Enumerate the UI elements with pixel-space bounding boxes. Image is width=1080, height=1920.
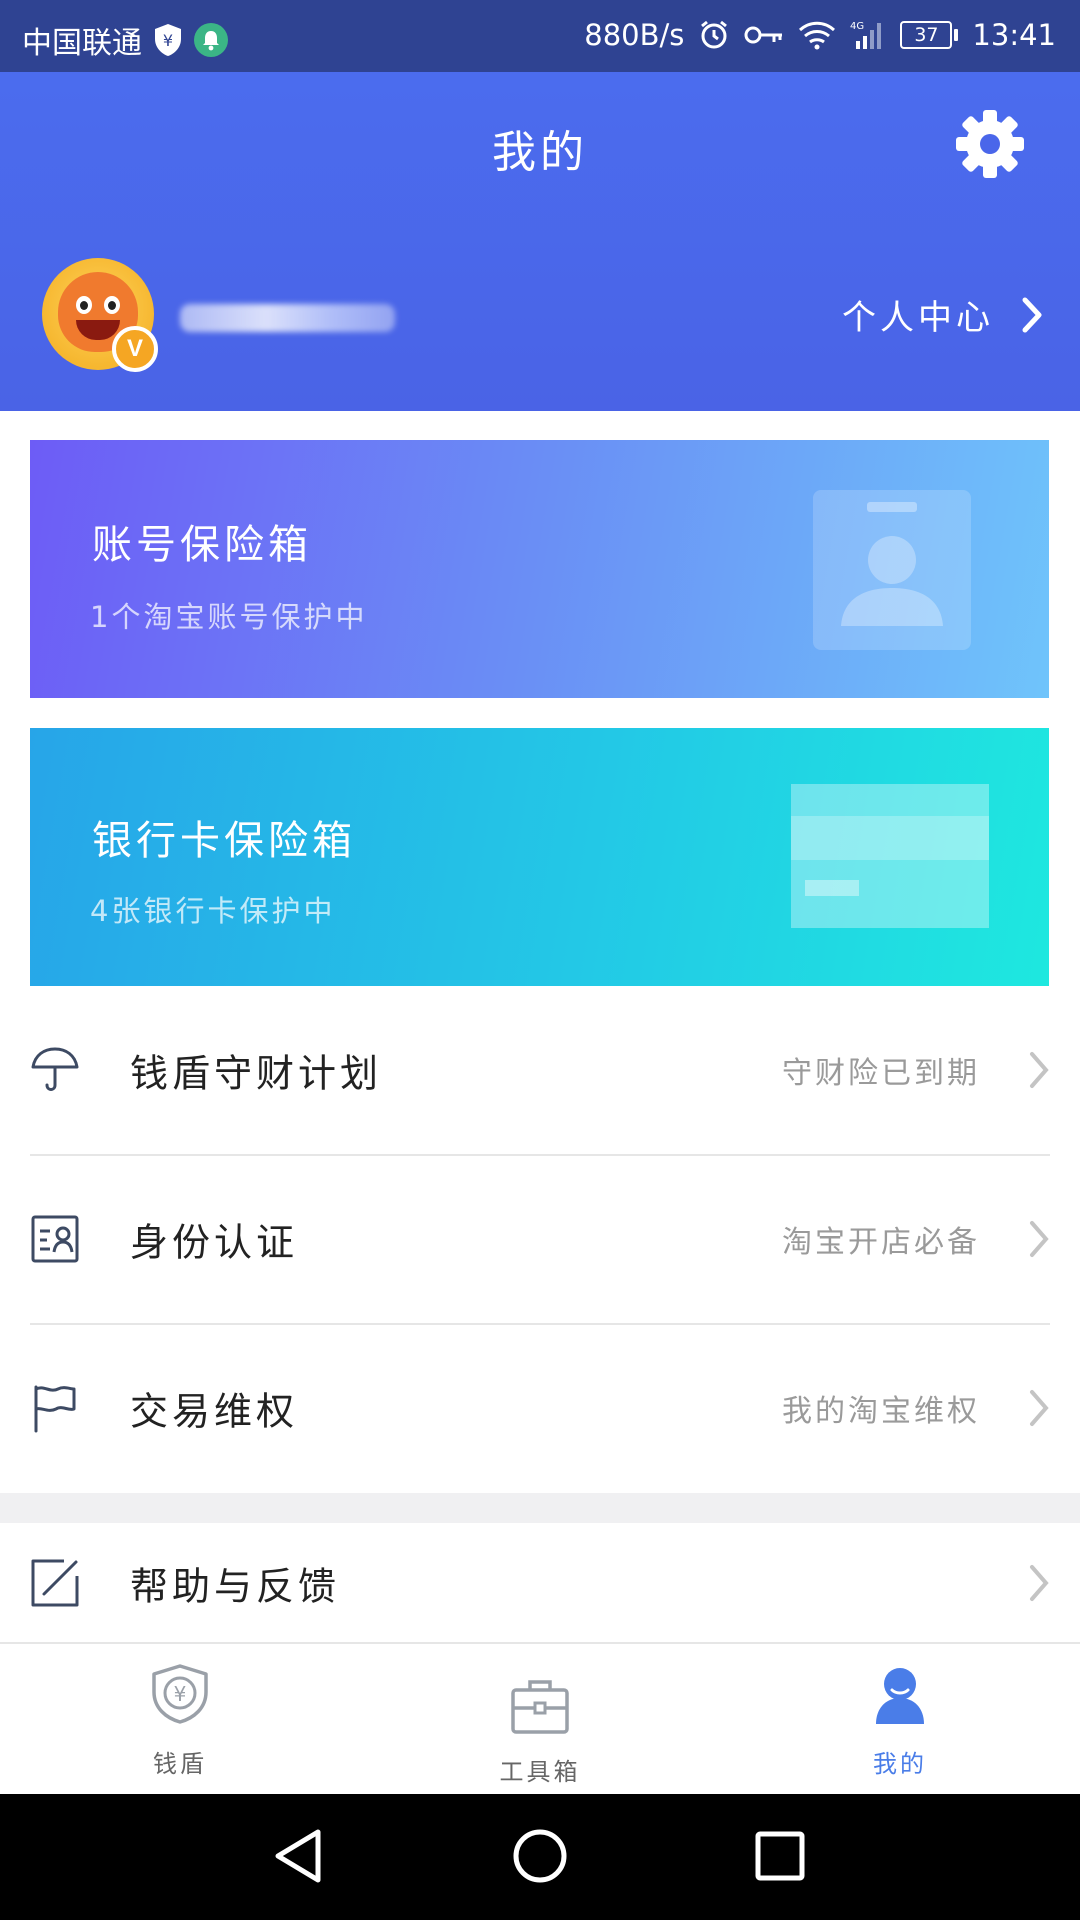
- svg-text:¥: ¥: [163, 31, 173, 50]
- network-type-label: 4G: [850, 21, 864, 32]
- home-icon[interactable]: [510, 1826, 570, 1886]
- menu-item-dispute[interactable]: 交易维权 我的淘宝维权: [0, 1324, 1080, 1492]
- flag-icon: [34, 1385, 76, 1433]
- profile-header: 我的 V 个人中心: [0, 72, 1080, 411]
- account-vault-title: 账号保险箱: [92, 522, 312, 568]
- id-card-icon: [31, 1215, 79, 1263]
- page-title: 我的: [492, 127, 588, 178]
- tab-label: 工具箱: [499, 1758, 581, 1786]
- system-nav-bar: [0, 1794, 1080, 1920]
- bank-vault-subtitle: 4张银行卡保护中: [90, 894, 336, 928]
- menu-label: 身份认证: [130, 1220, 299, 1265]
- personal-center-label: 个人中心: [842, 298, 994, 338]
- key-icon: [744, 26, 783, 44]
- menu-value: 淘宝开店必备: [782, 1225, 980, 1260]
- tab-mine[interactable]: 我的: [800, 1644, 1000, 1794]
- menu-label: 钱盾守财计划: [130, 1051, 383, 1096]
- username-blurred: [180, 304, 395, 332]
- person-icon: [876, 1668, 924, 1724]
- bank-card-vault-card[interactable]: 银行卡保险箱 4张银行卡保护中: [30, 728, 1049, 986]
- chevron-right-icon: [1030, 1052, 1049, 1088]
- carrier-label: 中国联通: [22, 26, 142, 61]
- edit-icon: [31, 1559, 79, 1607]
- bottom-tab-bar: ¥ 钱盾 工具箱 我的: [0, 1642, 1080, 1794]
- alarm-icon: [701, 20, 728, 49]
- chevron-right-icon: [1030, 1565, 1049, 1601]
- avatar[interactable]: V: [42, 258, 158, 372]
- account-vault-subtitle: 1个淘宝账号保护中: [90, 600, 368, 634]
- menu-item-wealth-plan[interactable]: 钱盾守财计划 守财险已到期: [0, 986, 1080, 1154]
- wifi-icon: [799, 21, 836, 50]
- settings-gear-icon[interactable]: [954, 108, 1026, 180]
- signal-icon: 4G: [850, 21, 882, 49]
- vip-badge: V: [112, 326, 158, 372]
- tab-toolbox[interactable]: 工具箱: [440, 1644, 640, 1794]
- clock: 13:41: [972, 18, 1056, 52]
- tab-qiandun[interactable]: ¥ 钱盾: [80, 1644, 280, 1794]
- bell-notification-icon: [194, 23, 228, 57]
- svg-text:¥: ¥: [174, 1682, 187, 1706]
- menu-label: 交易维权: [130, 1389, 299, 1434]
- personal-center-link[interactable]: 个人中心: [842, 290, 1044, 339]
- shield-notification-icon: ¥: [155, 24, 181, 56]
- menu-value: 我的淘宝维权: [782, 1394, 980, 1429]
- bank-card-icon: [791, 784, 989, 928]
- menu-item-help-feedback[interactable]: 帮助与反馈: [0, 1524, 1080, 1642]
- menu-value: 守财险已到期: [782, 1056, 980, 1091]
- recents-icon[interactable]: [750, 1826, 810, 1886]
- battery-icon: 37: [900, 21, 959, 49]
- menu-label: 帮助与反馈: [130, 1564, 341, 1609]
- tab-label: 我的: [873, 1750, 927, 1778]
- net-speed: 880B/s: [584, 18, 685, 52]
- tab-label: 钱盾: [153, 1750, 207, 1778]
- status-bar: 中国联通 ¥ 880B/s 4G 37 13:41: [0, 0, 1080, 72]
- account-vault-card[interactable]: 账号保险箱 1个淘宝账号保护中: [30, 440, 1049, 698]
- menu-item-identity[interactable]: 身份认证 淘宝开店必备: [0, 1155, 1080, 1323]
- toolbox-icon: [511, 1680, 569, 1734]
- id-badge-icon: [813, 490, 971, 650]
- shield-yen-icon: ¥: [152, 1664, 208, 1724]
- bank-vault-title: 银行卡保险箱: [92, 818, 356, 864]
- chevron-right-icon: [1030, 1221, 1049, 1257]
- section-gap: [0, 1493, 1080, 1523]
- umbrella-icon: [31, 1047, 79, 1091]
- back-icon[interactable]: [270, 1826, 330, 1886]
- chevron-right-icon: [1022, 297, 1042, 332]
- chevron-right-icon: [1030, 1390, 1049, 1426]
- battery-level: 37: [900, 21, 953, 49]
